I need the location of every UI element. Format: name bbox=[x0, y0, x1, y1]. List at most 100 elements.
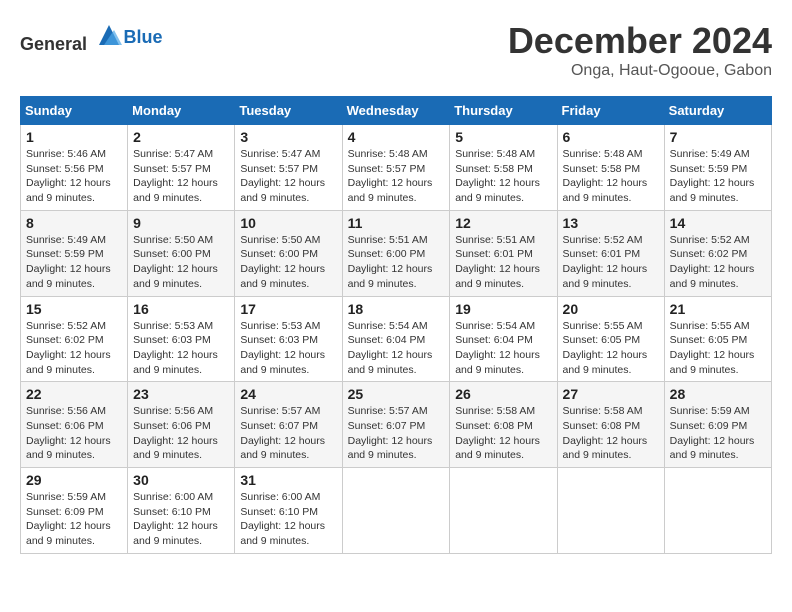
day-info: Sunrise: 5:52 AMSunset: 6:02 PMDaylight:… bbox=[26, 319, 122, 378]
day-info: Sunrise: 6:00 AMSunset: 6:10 PMDaylight:… bbox=[240, 490, 336, 549]
day-info: Sunrise: 5:51 AMSunset: 6:00 PMDaylight:… bbox=[348, 233, 445, 292]
calendar-day-cell: 24Sunrise: 5:57 AMSunset: 6:07 PMDayligh… bbox=[235, 382, 342, 468]
logo-icon bbox=[94, 20, 124, 50]
day-info: Sunrise: 5:48 AMSunset: 5:57 PMDaylight:… bbox=[348, 147, 445, 206]
day-number: 17 bbox=[240, 301, 336, 317]
day-info: Sunrise: 5:58 AMSunset: 6:08 PMDaylight:… bbox=[563, 404, 659, 463]
day-info: Sunrise: 5:47 AMSunset: 5:57 PMDaylight:… bbox=[240, 147, 336, 206]
calendar-day-cell: 15Sunrise: 5:52 AMSunset: 6:02 PMDayligh… bbox=[21, 296, 128, 382]
day-number: 5 bbox=[455, 129, 551, 145]
calendar-day-cell: 20 Sunrise: 5:55 AMSunset: 6:05 PMDayligh… bbox=[557, 296, 664, 382]
calendar-day-cell: 19Sunrise: 5:54 AMSunset: 6:04 PMDayligh… bbox=[450, 296, 557, 382]
calendar-day-cell: 27 Sunrise: 5:58 AMSunset: 6:08 PMDayligh… bbox=[557, 382, 664, 468]
calendar-day-cell: 28 Sunrise: 5:59 AMSunset: 6:09 PMDayligh… bbox=[664, 382, 771, 468]
weekday-header: Friday bbox=[557, 97, 664, 125]
day-info: Sunrise: 5:59 AMSunset: 6:09 PMDaylight:… bbox=[670, 404, 766, 463]
weekday-header: Sunday bbox=[21, 97, 128, 125]
calendar-day-cell: 31 Sunrise: 6:00 AMSunset: 6:10 PMDayligh… bbox=[235, 468, 342, 554]
day-info: Sunrise: 5:48 AMSunset: 5:58 PMDaylight:… bbox=[563, 147, 659, 206]
title-area: December 2024 Onga, Haut-Ogooue, Gabon bbox=[508, 20, 772, 80]
calendar-day-cell: 17 Sunrise: 5:53 AMSunset: 6:03 PMDayligh… bbox=[235, 296, 342, 382]
day-number: 18 bbox=[348, 301, 445, 317]
calendar-day-cell: 13Sunrise: 5:52 AMSunset: 6:01 PMDayligh… bbox=[557, 210, 664, 296]
calendar-day-cell: 21 Sunrise: 5:55 AMSunset: 6:05 PMDayligh… bbox=[664, 296, 771, 382]
calendar-week-row: 22 Sunrise: 5:56 AMSunset: 6:06 PMDayligh… bbox=[21, 382, 772, 468]
logo-blue: Blue bbox=[124, 27, 163, 47]
calendar-day-cell: 7Sunrise: 5:49 AMSunset: 5:59 PMDaylight… bbox=[664, 125, 771, 211]
month-title: December 2024 bbox=[508, 20, 772, 62]
day-info: Sunrise: 5:52 AMSunset: 6:01 PMDaylight:… bbox=[563, 233, 659, 292]
day-number: 24 bbox=[240, 386, 336, 402]
day-info: Sunrise: 5:53 AMSunset: 6:03 PMDaylight:… bbox=[240, 319, 336, 378]
calendar-day-cell: 5 Sunrise: 5:48 AMSunset: 5:58 PMDaylight… bbox=[450, 125, 557, 211]
day-number: 14 bbox=[670, 215, 766, 231]
calendar-week-row: 8Sunrise: 5:49 AMSunset: 5:59 PMDaylight… bbox=[21, 210, 772, 296]
calendar-day-cell: 8Sunrise: 5:49 AMSunset: 5:59 PMDaylight… bbox=[21, 210, 128, 296]
calendar-week-row: 1 Sunrise: 5:46 AMSunset: 5:56 PMDaylight… bbox=[21, 125, 772, 211]
logo-general: General bbox=[20, 34, 87, 54]
day-number: 10 bbox=[240, 215, 336, 231]
calendar-header-row: SundayMondayTuesdayWednesdayThursdayFrid… bbox=[21, 97, 772, 125]
day-number: 31 bbox=[240, 472, 336, 488]
day-info: Sunrise: 5:46 AMSunset: 5:56 PMDaylight:… bbox=[26, 147, 122, 206]
day-info: Sunrise: 5:59 AMSunset: 6:09 PMDaylight:… bbox=[26, 490, 122, 549]
day-info: Sunrise: 5:48 AMSunset: 5:58 PMDaylight:… bbox=[455, 147, 551, 206]
day-info: Sunrise: 5:56 AMSunset: 6:06 PMDaylight:… bbox=[26, 404, 122, 463]
weekday-header: Wednesday bbox=[342, 97, 450, 125]
weekday-header: Monday bbox=[128, 97, 235, 125]
calendar-day-cell: 3 Sunrise: 5:47 AMSunset: 5:57 PMDaylight… bbox=[235, 125, 342, 211]
day-number: 19 bbox=[455, 301, 551, 317]
day-info: Sunrise: 5:52 AMSunset: 6:02 PMDaylight:… bbox=[670, 233, 766, 292]
day-number: 27 bbox=[563, 386, 659, 402]
day-number: 9 bbox=[133, 215, 229, 231]
calendar-day-cell: 14 Sunrise: 5:52 AMSunset: 6:02 PMDayligh… bbox=[664, 210, 771, 296]
day-number: 12 bbox=[455, 215, 551, 231]
day-number: 1 bbox=[26, 129, 122, 145]
day-number: 22 bbox=[26, 386, 122, 402]
day-number: 4 bbox=[348, 129, 445, 145]
calendar-day-cell: 23Sunrise: 5:56 AMSunset: 6:06 PMDayligh… bbox=[128, 382, 235, 468]
day-number: 11 bbox=[348, 215, 445, 231]
calendar-day-cell: 6 Sunrise: 5:48 AMSunset: 5:58 PMDaylight… bbox=[557, 125, 664, 211]
weekday-header: Saturday bbox=[664, 97, 771, 125]
day-info: Sunrise: 5:55 AMSunset: 6:05 PMDaylight:… bbox=[563, 319, 659, 378]
weekday-header: Tuesday bbox=[235, 97, 342, 125]
day-number: 28 bbox=[670, 386, 766, 402]
day-number: 2 bbox=[133, 129, 229, 145]
weekday-header: Thursday bbox=[450, 97, 557, 125]
day-number: 21 bbox=[670, 301, 766, 317]
calendar-day-cell bbox=[450, 468, 557, 554]
day-number: 20 bbox=[563, 301, 659, 317]
calendar-day-cell: 4 Sunrise: 5:48 AMSunset: 5:57 PMDaylight… bbox=[342, 125, 450, 211]
day-info: Sunrise: 5:54 AMSunset: 6:04 PMDaylight:… bbox=[348, 319, 445, 378]
calendar-day-cell: 1 Sunrise: 5:46 AMSunset: 5:56 PMDaylight… bbox=[21, 125, 128, 211]
calendar-day-cell: 25Sunrise: 5:57 AMSunset: 6:07 PMDayligh… bbox=[342, 382, 450, 468]
day-info: Sunrise: 5:55 AMSunset: 6:05 PMDaylight:… bbox=[670, 319, 766, 378]
calendar-week-row: 15Sunrise: 5:52 AMSunset: 6:02 PMDayligh… bbox=[21, 296, 772, 382]
day-info: Sunrise: 5:56 AMSunset: 6:06 PMDaylight:… bbox=[133, 404, 229, 463]
day-info: Sunrise: 5:49 AMSunset: 5:59 PMDaylight:… bbox=[670, 147, 766, 206]
calendar-day-cell: 22 Sunrise: 5:56 AMSunset: 6:06 PMDayligh… bbox=[21, 382, 128, 468]
calendar-day-cell bbox=[664, 468, 771, 554]
calendar-day-cell: 2 Sunrise: 5:47 AMSunset: 5:57 PMDaylight… bbox=[128, 125, 235, 211]
day-number: 30 bbox=[133, 472, 229, 488]
calendar-day-cell: 12 Sunrise: 5:51 AMSunset: 6:01 PMDayligh… bbox=[450, 210, 557, 296]
day-info: Sunrise: 5:47 AMSunset: 5:57 PMDaylight:… bbox=[133, 147, 229, 206]
day-info: Sunrise: 5:58 AMSunset: 6:08 PMDaylight:… bbox=[455, 404, 551, 463]
day-info: Sunrise: 6:00 AMSunset: 6:10 PMDaylight:… bbox=[133, 490, 229, 549]
calendar-day-cell: 10Sunrise: 5:50 AMSunset: 6:00 PMDayligh… bbox=[235, 210, 342, 296]
calendar-day-cell: 11 Sunrise: 5:51 AMSunset: 6:00 PMDayligh… bbox=[342, 210, 450, 296]
calendar-day-cell: 16Sunrise: 5:53 AMSunset: 6:03 PMDayligh… bbox=[128, 296, 235, 382]
day-number: 29 bbox=[26, 472, 122, 488]
day-number: 26 bbox=[455, 386, 551, 402]
day-info: Sunrise: 5:51 AMSunset: 6:01 PMDaylight:… bbox=[455, 233, 551, 292]
calendar-day-cell bbox=[557, 468, 664, 554]
calendar-week-row: 29 Sunrise: 5:59 AMSunset: 6:09 PMDayligh… bbox=[21, 468, 772, 554]
day-number: 8 bbox=[26, 215, 122, 231]
calendar-day-cell: 29 Sunrise: 5:59 AMSunset: 6:09 PMDayligh… bbox=[21, 468, 128, 554]
day-number: 6 bbox=[563, 129, 659, 145]
day-number: 3 bbox=[240, 129, 336, 145]
day-info: Sunrise: 5:50 AMSunset: 6:00 PMDaylight:… bbox=[133, 233, 229, 292]
day-number: 25 bbox=[348, 386, 445, 402]
calendar-day-cell: 18 Sunrise: 5:54 AMSunset: 6:04 PMDayligh… bbox=[342, 296, 450, 382]
